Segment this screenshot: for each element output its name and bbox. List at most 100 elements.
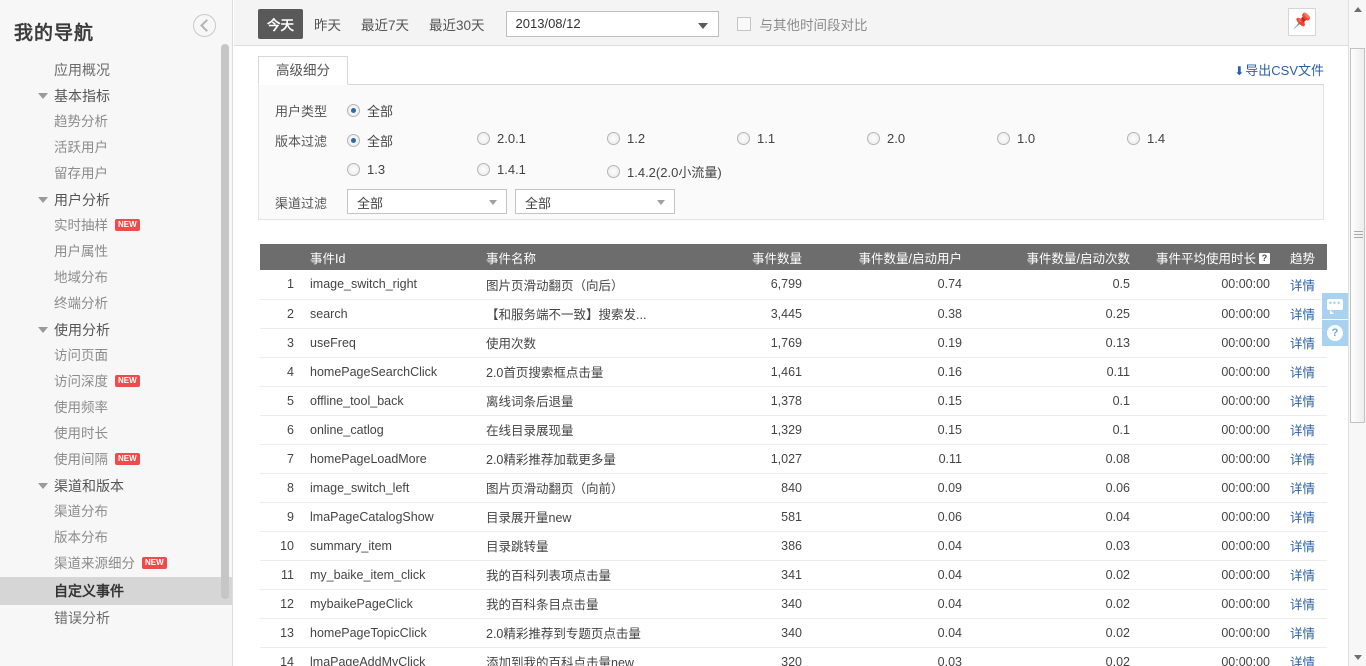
col-event-name[interactable]: 事件名称 — [478, 244, 696, 270]
cell-event-name: 【和服务端不一致】搜索发... — [478, 299, 696, 329]
radio-version-2-0[interactable]: 2.0 — [867, 131, 905, 146]
sidebar-scrollbar[interactable] — [221, 44, 229, 662]
detail-link[interactable]: 详情 — [1290, 598, 1315, 612]
radio-version-1-2[interactable]: 1.2 — [607, 131, 645, 146]
radio-version-2-0-1[interactable]: 2.0.1 — [477, 131, 526, 146]
sidebar-item-15[interactable]: 使用间隔 NEW — [0, 447, 232, 473]
sidebar-item-11[interactable]: 访问页面 — [0, 343, 232, 369]
col-per-user[interactable]: 事件数量/启动用户 — [810, 244, 970, 270]
cell-event-id: lmaPageCatalogShow — [302, 502, 478, 532]
col-event-id[interactable]: 事件Id — [302, 244, 478, 270]
detail-link[interactable]: 详情 — [1290, 540, 1315, 554]
col-event-count[interactable]: 事件数量 — [696, 244, 810, 270]
detail-link[interactable]: 详情 — [1290, 337, 1315, 351]
sidebar-item-17[interactable]: 渠道分布 — [0, 499, 232, 525]
row-index: 10 — [260, 531, 302, 561]
cell-per-user: 0.38 — [810, 299, 970, 329]
detail-link[interactable]: 详情 — [1290, 453, 1315, 467]
cell-event-id: summary_item — [302, 531, 478, 561]
detail-link[interactable]: 详情 — [1290, 511, 1315, 525]
compare-period-toggle[interactable]: 与其他时间段对比 — [736, 14, 868, 34]
col-avg-duration[interactable]: 事件平均使用时长? — [1138, 244, 1278, 270]
sidebar-item-3[interactable]: 活跃用户 — [0, 135, 232, 161]
detail-link[interactable]: 详情 — [1290, 395, 1315, 409]
sidebar-item-19[interactable]: 渠道来源细分 NEW — [0, 551, 232, 577]
sidebar-item-21[interactable]: 错误分析 — [0, 605, 232, 631]
radio-version-1-1[interactable]: 1.1 — [737, 131, 775, 146]
sidebar-item-16[interactable]: 渠道和版本 — [0, 473, 232, 499]
sidebar-item-20[interactable]: 自定义事件 — [0, 577, 232, 605]
chat-icon[interactable]: ••• — [1322, 293, 1348, 319]
sidebar-item-label: 使用间隔 — [54, 452, 108, 467]
sidebar-scrollbar-thumb[interactable] — [221, 44, 229, 599]
sidebar-item-4[interactable]: 留存用户 — [0, 161, 232, 187]
radio-label: 全部 — [367, 104, 394, 119]
col-per-launch[interactable]: 事件数量/启动次数 — [970, 244, 1138, 270]
browser-scrollbar[interactable] — [1348, 0, 1366, 666]
sidebar-item-12[interactable]: 访问深度 NEW — [0, 369, 232, 395]
channel-select-1[interactable]: 全部 — [347, 189, 507, 214]
radio-dot-icon — [477, 163, 490, 176]
caret-down-icon — [38, 93, 48, 99]
help-icon[interactable]: ? — [1259, 252, 1270, 264]
scroll-down-arrow-icon[interactable] — [1349, 649, 1366, 666]
scroll-up-arrow-icon[interactable] — [1349, 0, 1366, 17]
radio-version-1-4-1[interactable]: 1.4.1 — [477, 162, 526, 177]
detail-link[interactable]: 详情 — [1290, 366, 1315, 380]
sidebar-item-14[interactable]: 使用时长 — [0, 421, 232, 447]
detail-link[interactable]: 详情 — [1290, 656, 1315, 666]
sidebar-item-8[interactable]: 地域分布 — [0, 265, 232, 291]
radio-user-type-all[interactable]: 全部 — [347, 101, 393, 120]
row-index: 2 — [260, 299, 302, 329]
date-tab-yesterday[interactable]: 昨天 — [305, 9, 350, 39]
date-tab-today[interactable]: 今天 — [258, 9, 303, 39]
sidebar-item-1[interactable]: 基本指标 — [0, 83, 232, 109]
radio-version-1-0[interactable]: 1.0 — [997, 131, 1035, 146]
detail-link[interactable]: 详情 — [1290, 569, 1315, 583]
date-tab-last30days[interactable]: 最近30天 — [420, 9, 494, 39]
browser-scrollbar-thumb[interactable] — [1350, 48, 1365, 423]
radio-dot-icon — [737, 132, 750, 145]
sidebar-item-9[interactable]: 终端分析 — [0, 291, 232, 317]
date-tab-last7days[interactable]: 最近7天 — [352, 9, 418, 39]
detail-link[interactable]: 详情 — [1290, 627, 1315, 641]
date-toolbar-inner: 今天 昨天 最近7天 最近30天 2013/08/12 与其他时间段对比 — [258, 9, 868, 39]
help-icon[interactable]: ? — [1322, 320, 1348, 346]
radio-version-1-4-2[interactable]: 1.4.2(2.0小流量) — [607, 162, 722, 181]
row-index: 13 — [260, 618, 302, 648]
cell-avg-duration: 00:00:00 — [1138, 560, 1278, 590]
detail-link[interactable]: 详情 — [1290, 482, 1315, 496]
channel-select-2[interactable]: 全部 — [515, 189, 675, 214]
sidebar-item-10[interactable]: 使用分析 — [0, 317, 232, 343]
filter-label-user-type: 用户类型 — [275, 104, 328, 119]
export-csv-button[interactable]: ⬇导出CSV文件 — [1234, 60, 1324, 79]
detail-link[interactable]: 详情 — [1290, 279, 1315, 293]
sidebar-item-5[interactable]: 用户分析 — [0, 187, 232, 213]
detail-link[interactable]: 详情 — [1290, 424, 1315, 438]
detail-link[interactable]: 详情 — [1290, 308, 1315, 322]
tab-strip: 高级细分 ⬇导出CSV文件 — [258, 56, 1324, 85]
new-badge: NEW — [142, 557, 167, 570]
sidebar-item-13[interactable]: 使用频率 — [0, 395, 232, 421]
tab-advanced-segmentation[interactable]: 高级细分 — [258, 56, 348, 85]
compare-checkbox[interactable] — [736, 17, 751, 31]
sidebar-item-2[interactable]: 趋势分析 — [0, 109, 232, 135]
pushpin-icon[interactable]: 📌 — [1288, 8, 1316, 36]
events-table-body: 1 image_switch_right 图片页滑动翻页（向后） 6,799 0.74 0… — [260, 270, 1327, 666]
cell-event-count: 1,027 — [696, 444, 810, 474]
date-select[interactable]: 2013/08/12 — [505, 11, 719, 37]
sidebar-nav: 应用概况 基本指标 趋势分析 活跃用户 留存用户 用户分析 实时抽样 NEW 用户属性 地域分布终… — [0, 57, 232, 631]
cell-event-count: 386 — [696, 531, 810, 561]
sidebar-item-18[interactable]: 版本分布 — [0, 525, 232, 551]
radio-version-1-4[interactable]: 1.4 — [1127, 131, 1165, 146]
cell-avg-duration: 00:00:00 — [1138, 357, 1278, 387]
sidebar-item-6[interactable]: 实时抽样 NEW — [0, 213, 232, 239]
radio-version-all[interactable]: 全部 — [347, 131, 393, 150]
cell-per-launch: 0.11 — [970, 357, 1138, 387]
cell-avg-duration: 00:00:00 — [1138, 531, 1278, 561]
radio-version-1-3[interactable]: 1.3 — [347, 162, 385, 177]
sidebar-item-7[interactable]: 用户属性 — [0, 239, 232, 265]
sidebar-item-0[interactable]: 应用概况 — [0, 57, 232, 83]
row-index: 5 — [260, 386, 302, 416]
sidebar-collapse-icon[interactable] — [193, 14, 216, 37]
